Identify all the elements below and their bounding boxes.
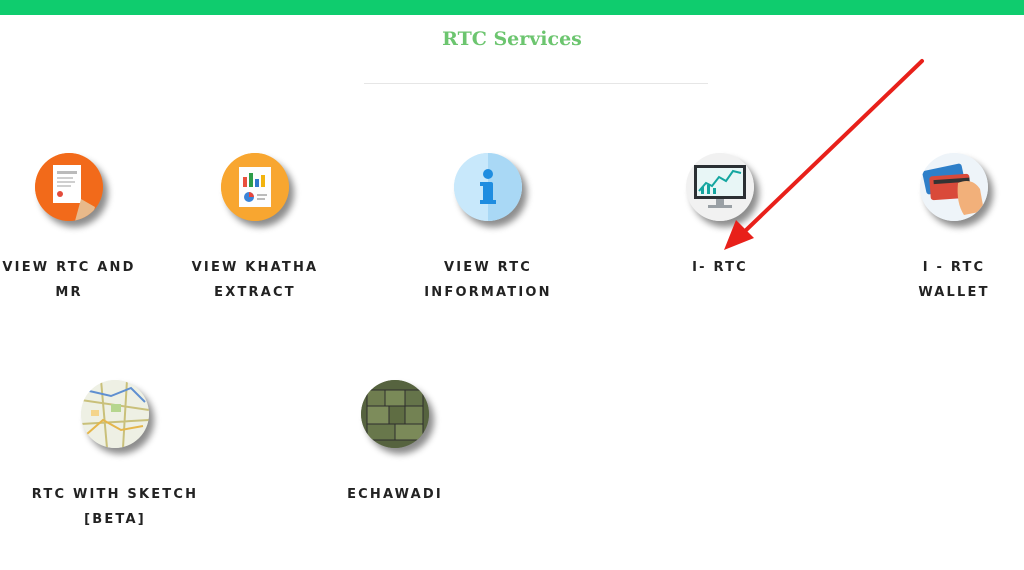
map-sketch-icon bbox=[81, 380, 149, 448]
service-label: VIEW RTC INFORMATION bbox=[424, 260, 552, 300]
service-label: RTC WITH SKETCH [BETA] bbox=[31, 487, 199, 527]
land-map-icon bbox=[361, 380, 429, 448]
service-label: I- RTC bbox=[692, 260, 748, 275]
page-title: RTC Services bbox=[442, 28, 582, 50]
service-view-rtc-and-mr[interactable]: VIEW RTC AND MR bbox=[0, 153, 138, 305]
service-label: VIEW RTC AND MR bbox=[2, 260, 136, 300]
service-label: VIEW KHATHA EXTRACT bbox=[191, 260, 319, 300]
report-chart-icon bbox=[221, 153, 289, 221]
service-label: ECHAWADI bbox=[347, 487, 443, 502]
document-icon bbox=[35, 153, 103, 221]
service-echawadi[interactable]: ECHAWADI bbox=[330, 380, 460, 507]
title-divider bbox=[364, 83, 708, 84]
service-i-rtc[interactable]: I- RTC bbox=[660, 153, 780, 280]
info-icon bbox=[454, 153, 522, 221]
top-green-bar bbox=[0, 0, 1024, 15]
service-i-rtc-wallet[interactable]: I - RTC WALLET bbox=[884, 153, 1024, 305]
service-rtc-with-sketch[interactable]: RTC WITH SKETCH [BETA] bbox=[10, 380, 220, 532]
wallet-cards-icon bbox=[920, 153, 988, 221]
service-view-rtc-information[interactable]: VIEW RTC INFORMATION bbox=[418, 153, 558, 305]
monitor-chart-icon bbox=[686, 153, 754, 221]
service-view-khatha-extract[interactable]: VIEW KHATHA EXTRACT bbox=[190, 153, 320, 305]
service-label: I - RTC WALLET bbox=[918, 260, 990, 300]
